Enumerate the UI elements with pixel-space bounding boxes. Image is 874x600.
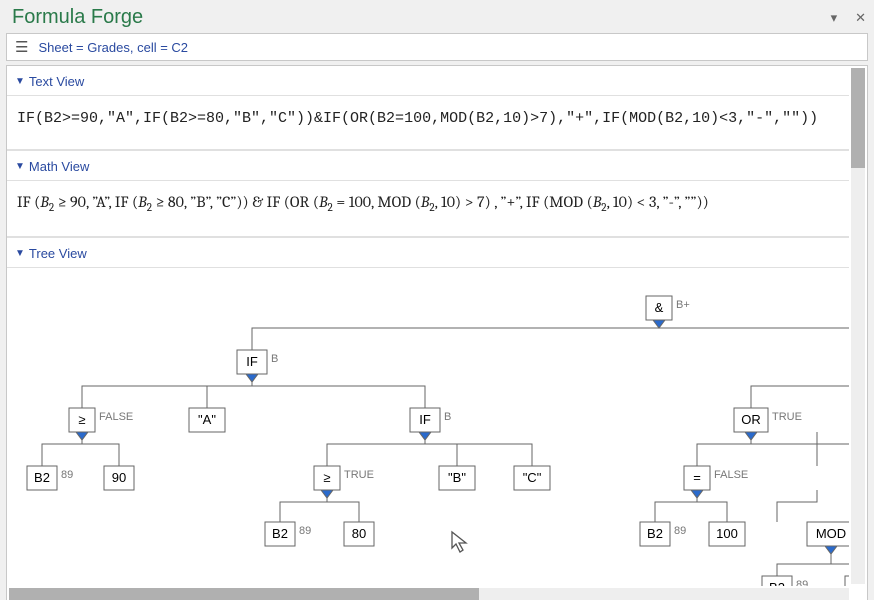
svg-text:MOD: MOD [816, 526, 846, 541]
svg-text:B+: B+ [676, 299, 690, 311]
svg-text:FALSE: FALSE [99, 411, 133, 423]
svg-text:80: 80 [352, 526, 366, 541]
svg-text:FALSE: FALSE [714, 469, 748, 481]
chevron-down-icon: ▼ [15, 76, 25, 87]
svg-text:=: = [693, 470, 701, 485]
svg-text:IF: IF [419, 412, 431, 427]
svg-text:89: 89 [674, 525, 686, 537]
text-view-toggle[interactable]: ▼ Text View [7, 66, 849, 96]
math-view-toggle[interactable]: ▼ Math View [7, 150, 849, 181]
svg-text:90: 90 [112, 470, 126, 485]
svg-text:TRUE: TRUE [772, 411, 802, 423]
svg-text:B2: B2 [647, 526, 663, 541]
tree-view-content[interactable]: &B+ IF B ≥ FALSE "A" IF B B2 89 90 ≥ TRUE "B" "C" B2 89 8… [7, 268, 849, 586]
tree-view-toggle[interactable]: ▼ Tree View [7, 237, 849, 268]
svg-text:89: 89 [796, 579, 808, 586]
svg-text:"A": "A" [198, 412, 216, 427]
svg-text:TRUE: TRUE [344, 469, 374, 481]
svg-text:100: 100 [716, 526, 738, 541]
svg-text:89: 89 [299, 525, 311, 537]
math-view-content[interactable]: IF (B2 ≥ 90, ”A”, IF (B2 ≥ 80, ”B”, ”C”)… [7, 181, 849, 237]
svg-text:B2: B2 [34, 470, 50, 485]
scrollbar-vertical-thumb[interactable] [851, 68, 865, 168]
svg-text:≥: ≥ [78, 412, 85, 427]
svg-text:B: B [444, 411, 451, 423]
svg-text:OR: OR [741, 412, 761, 427]
tree-svg: &B+ IF B ≥ FALSE "A" IF B B2 89 90 ≥ TRUE "B" "C" B2 89 8… [7, 268, 849, 586]
hamburger-icon[interactable]: ☰ [15, 38, 28, 56]
chevron-down-icon: ▼ [15, 161, 25, 172]
content-area: ▼ Text View IF(B2>=90,"A",IF(B2>=80,"B",… [6, 65, 868, 600]
svg-text:B: B [271, 353, 278, 365]
menu-dropdown-icon[interactable]: ▾ [831, 10, 838, 26]
location-text: Sheet = Grades, cell = C2 [38, 40, 188, 55]
svg-text:89: 89 [61, 469, 73, 481]
text-view-label: Text View [29, 74, 84, 89]
scrollbar-horizontal-thumb[interactable] [9, 588, 479, 600]
svg-text:"B": "B" [448, 470, 466, 485]
toolbar: ☰ Sheet = Grades, cell = C2 [6, 33, 868, 61]
formula-forge-pane: Formula Forge ▾ ✕ ☰ Sheet = Grades, cell… [0, 0, 874, 600]
svg-text:IF: IF [246, 354, 258, 369]
chevron-down-icon: ▼ [15, 248, 25, 259]
titlebar: Formula Forge ▾ ✕ [0, 0, 874, 33]
math-view-label: Math View [29, 159, 89, 174]
svg-text:≥: ≥ [323, 470, 330, 485]
text-view-content[interactable]: IF(B2>=90,"A",IF(B2>=80,"B","C"))&IF(OR(… [7, 96, 849, 150]
app-title: Formula Forge [12, 6, 143, 29]
tree-view-label: Tree View [29, 246, 87, 261]
svg-text:B2: B2 [769, 580, 785, 586]
close-icon[interactable]: ✕ [855, 10, 866, 26]
svg-text:B2: B2 [272, 526, 288, 541]
svg-text:"C": "C" [523, 470, 542, 485]
svg-text:&: & [655, 300, 664, 315]
